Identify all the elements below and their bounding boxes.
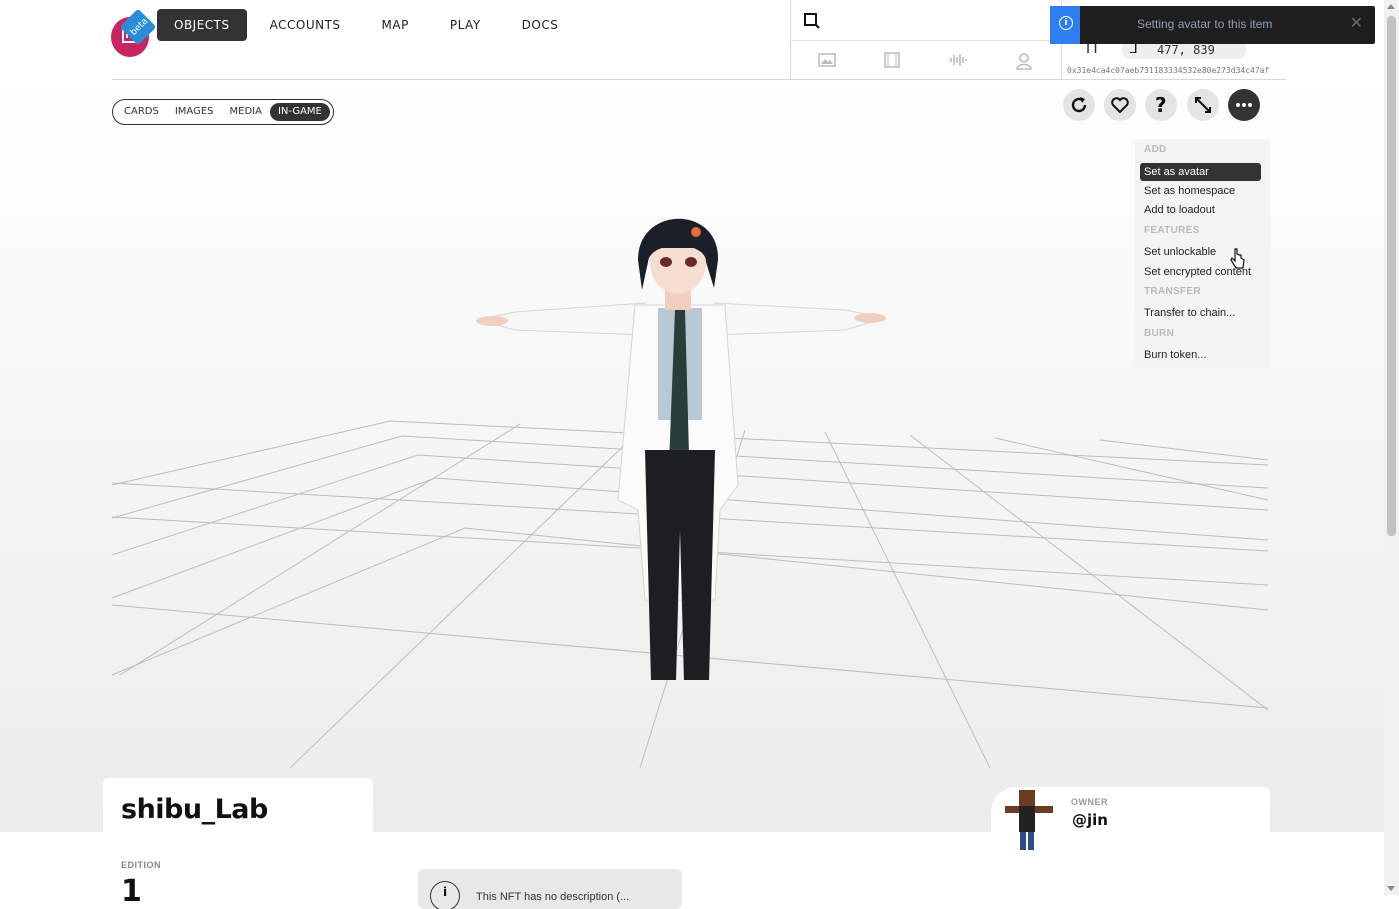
avatar-icon[interactable] xyxy=(1016,52,1032,70)
nav-play[interactable]: PLAY xyxy=(432,9,499,41)
toast-message: Setting avatar to this item xyxy=(1137,17,1273,31)
coords-text: 477, 839 xyxy=(1157,43,1215,57)
nav-accounts[interactable]: ACCOUNTS xyxy=(252,9,359,41)
heart-icon xyxy=(1111,97,1129,114)
scrollbar-thumb[interactable] xyxy=(1387,16,1396,536)
wallet-address[interactable]: 0x31e4ca4c07aeb731183334532e80e273d34c47… xyxy=(1067,66,1269,75)
image-icon[interactable] xyxy=(818,52,836,68)
menu-section-transfer: TRANSFER xyxy=(1144,286,1201,297)
toast-icon-box: i xyxy=(1050,6,1080,44)
page-scrollbar[interactable] xyxy=(1384,0,1399,895)
mouse-cursor-icon xyxy=(1230,248,1245,269)
menu-section-add: ADD xyxy=(1144,144,1167,155)
fullscreen-button[interactable] xyxy=(1187,89,1219,121)
reload-icon xyxy=(1071,97,1087,113)
view-mode-tabs: CARDS IMAGES MEDIA IN-GAME xyxy=(112,99,334,125)
edition-value: 1 xyxy=(121,874,142,909)
info-circle-icon: i xyxy=(430,881,460,909)
tab-in-game[interactable]: IN-GAME xyxy=(269,103,330,121)
more-icon xyxy=(1236,103,1252,107)
menu-set-avatar[interactable]: Set as avatar xyxy=(1140,163,1261,181)
owner-name[interactable]: @jin xyxy=(1072,811,1108,829)
owner-label: OWNER xyxy=(1071,797,1108,807)
scroll-down-arrow-icon[interactable] xyxy=(1387,886,1395,891)
nav-objects[interactable]: OBJECTS xyxy=(157,9,247,41)
search-divider xyxy=(791,40,1061,41)
menu-section-features: FEATURES xyxy=(1144,225,1200,236)
audio-icon[interactable] xyxy=(949,52,967,68)
title-card: shibu_Lab xyxy=(103,778,373,838)
expand-icon xyxy=(1195,97,1211,113)
3d-viewer[interactable]: CARDS IMAGES MEDIA IN-GAME ? ADD Set as … xyxy=(0,80,1384,832)
scroll-up-arrow-icon[interactable] xyxy=(1387,4,1395,9)
tab-images[interactable]: IMAGES xyxy=(167,103,222,121)
more-menu: ADD Set as avatar Set as homespace Add t… xyxy=(1135,139,1270,369)
menu-transfer-chain[interactable]: Transfer to chain... xyxy=(1144,307,1235,319)
beta-label: beta xyxy=(128,16,151,38)
help-icon: ? xyxy=(1155,94,1167,116)
info-icon: i xyxy=(1059,16,1073,30)
menu-burn-token[interactable]: Burn token... xyxy=(1144,349,1206,361)
item-details xyxy=(0,832,1384,895)
film-icon[interactable] xyxy=(884,52,900,68)
description-text: This NFT has no description (... xyxy=(476,891,630,903)
menu-set-unlockable[interactable]: Set unlockable xyxy=(1144,246,1216,258)
favorite-button[interactable] xyxy=(1104,89,1136,121)
edition-label: EDITION xyxy=(121,860,162,870)
more-button[interactable] xyxy=(1228,89,1260,121)
nav-docs[interactable]: DOCS xyxy=(504,9,577,41)
menu-section-burn: BURN xyxy=(1144,328,1175,339)
item-title: shibu_Lab xyxy=(121,794,268,825)
avatar-model xyxy=(476,218,886,680)
svg-text:?: ? xyxy=(1155,94,1167,116)
nav-map[interactable]: MAP xyxy=(364,9,427,41)
close-icon[interactable]: ✕ xyxy=(1350,13,1363,33)
tab-cards[interactable]: CARDS xyxy=(116,103,167,121)
help-button[interactable]: ? xyxy=(1145,89,1177,121)
main-nav: OBJECTS ACCOUNTS MAP PLAY DOCS xyxy=(157,9,581,41)
tab-media[interactable]: MEDIA xyxy=(222,103,270,121)
owner-avatar[interactable] xyxy=(1003,788,1055,852)
search-panel xyxy=(790,0,1062,80)
reload-button[interactable] xyxy=(1063,89,1095,121)
notification-toast: i Setting avatar to this item ✕ xyxy=(1050,6,1375,44)
menu-add-loadout[interactable]: Add to loadout xyxy=(1144,204,1215,216)
search-icon[interactable] xyxy=(803,12,821,30)
menu-set-homespace[interactable]: Set as homespace xyxy=(1144,185,1235,197)
description-notice: i This NFT has no description (... xyxy=(418,869,682,909)
